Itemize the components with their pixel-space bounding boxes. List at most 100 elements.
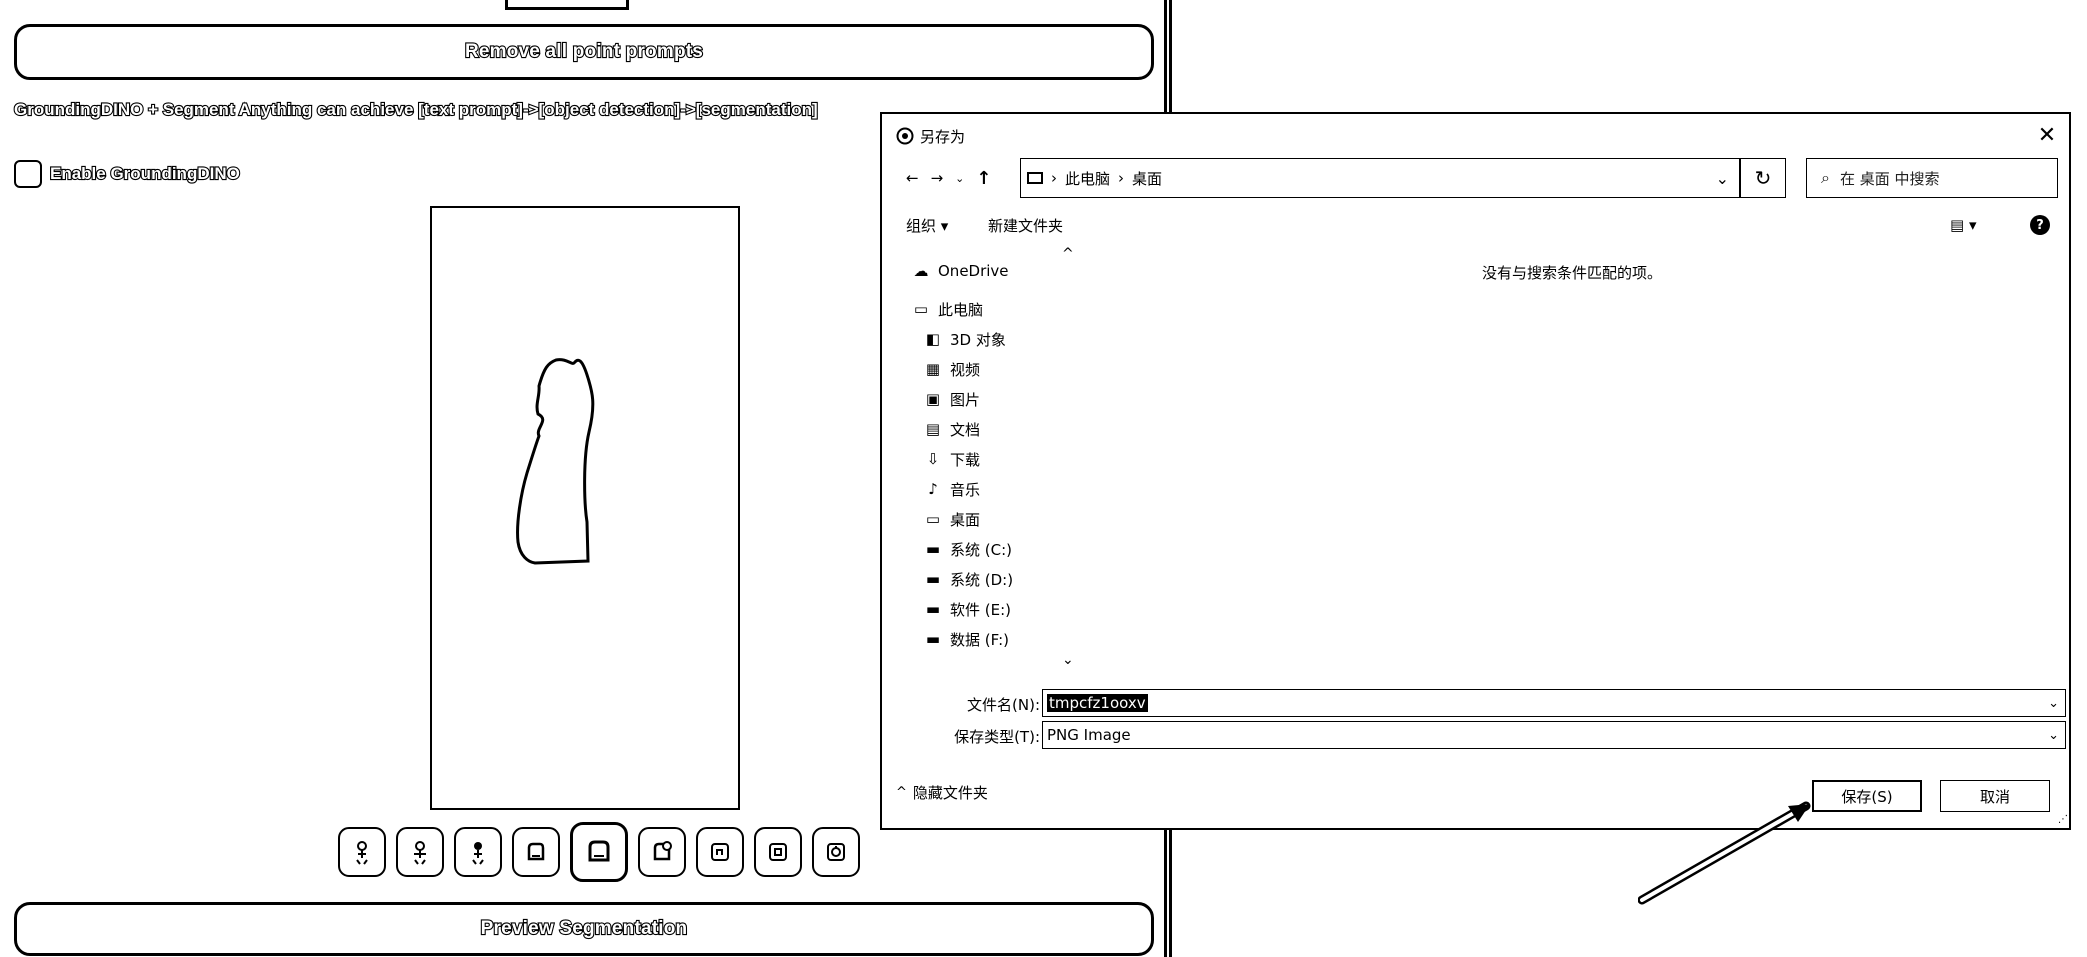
nav-item-label: 软件 (E:) bbox=[950, 600, 1012, 619]
reset-icon bbox=[827, 843, 845, 861]
enable-grounding-checkbox[interactable] bbox=[14, 160, 42, 188]
crop-alt-icon bbox=[769, 843, 787, 861]
drive-icon: ▬ bbox=[925, 600, 941, 618]
nav-item[interactable]: ▬ 软件 (E:) bbox=[912, 594, 1072, 624]
nav-item-label: OneDrive bbox=[938, 262, 1009, 280]
desktop-folder-icon bbox=[1027, 172, 1043, 184]
drive-icon: ▬ bbox=[925, 630, 941, 648]
filename-label: 文件名(N): bbox=[967, 696, 1040, 714]
resize-grip-icon[interactable]: ⋰ bbox=[2058, 814, 2068, 825]
view-options-icon[interactable]: ▤ ▾ bbox=[1950, 212, 1976, 238]
filetype-select[interactable]: PNG Image ⌄ bbox=[1042, 721, 2066, 749]
refresh-icon: ↻ bbox=[1754, 166, 1772, 190]
recent-dropdown-icon[interactable]: ⌄ bbox=[955, 172, 964, 185]
nav-item[interactable]: ▬ 系统 (D:) bbox=[912, 564, 1072, 594]
nav-item-label: 系统 (D:) bbox=[950, 570, 1014, 589]
image-canvas[interactable] bbox=[430, 206, 740, 810]
enable-grounding-row[interactable]: Enable GroundingDINO bbox=[14, 160, 241, 188]
top-button-stub[interactable] bbox=[505, 0, 629, 10]
filetype-value: PNG Image bbox=[1047, 726, 1131, 744]
save-as-dialog: 另存为 ✕ ← → ⌄ ↑ › 此电脑 › 桌面 ⌄ ↻ ⌕ 在 桌面 中搜索 … bbox=[880, 112, 2071, 830]
nav-item-label: 3D 对象 bbox=[950, 330, 1006, 349]
dialog-title-bar: 另存为 bbox=[896, 124, 965, 148]
point-add-button[interactable] bbox=[338, 827, 386, 877]
crop-button[interactable] bbox=[696, 827, 744, 877]
preview-segmentation-button[interactable]: Preview Segmentation bbox=[14, 902, 1154, 956]
nav-item[interactable]: ▣ 图片 bbox=[912, 384, 1072, 414]
nav-scroll-down-icon[interactable]: ⌄ bbox=[1062, 652, 1074, 668]
address-bar[interactable]: › 此电脑 › 桌面 ⌄ bbox=[1020, 158, 1740, 198]
point-add-icon bbox=[356, 841, 368, 865]
nav-item[interactable]: ▬ 数据 (F:) bbox=[912, 624, 1072, 654]
nav-item[interactable]: ▦ 视频 bbox=[912, 354, 1072, 384]
music-icon: ♪ bbox=[928, 480, 938, 498]
help-icon[interactable]: ? bbox=[2030, 212, 2050, 238]
nav-item[interactable]: ▬ 系统 (C:) bbox=[912, 534, 1072, 564]
nav-pane: ☁ OneDrive ▭ 此电脑 ◧ 3D 对象 ▦ 视频 ▣ 图片 ▤ 文档 ⇩ 下载 ♪ 音乐 ▭ 桌面 ▬ 系统… bbox=[912, 256, 1072, 654]
breadcrumb-item[interactable]: 此电脑 bbox=[1065, 168, 1110, 189]
chevron-down-icon[interactable]: ⌄ bbox=[2048, 696, 2059, 711]
chevron-down-icon[interactable]: ⌄ bbox=[2048, 728, 2059, 743]
point-remove-button[interactable] bbox=[396, 827, 444, 877]
picture-icon: ▣ bbox=[925, 390, 941, 408]
nav-item-label: 数据 (F:) bbox=[950, 630, 1009, 649]
box-active-icon bbox=[588, 840, 610, 862]
desktop-icon: ▭ bbox=[925, 510, 941, 528]
box-active-button[interactable] bbox=[570, 822, 628, 882]
video-icon: ▦ bbox=[925, 360, 941, 378]
breadcrumb-sep-icon: › bbox=[1118, 169, 1125, 187]
crop-alt-button[interactable] bbox=[754, 827, 802, 877]
box-icon bbox=[527, 842, 545, 861]
point-clear-button[interactable] bbox=[454, 827, 502, 877]
breadcrumb-sep-icon: › bbox=[1051, 169, 1057, 187]
back-icon[interactable]: ← bbox=[906, 169, 919, 187]
filetype-label: 保存类型(T): bbox=[954, 728, 1040, 746]
nav-item[interactable]: ▭ 此电脑 bbox=[912, 294, 1072, 324]
organize-menu[interactable]: 组织 ▾ bbox=[906, 212, 948, 238]
box-button[interactable] bbox=[512, 827, 560, 877]
nav-item[interactable]: ▭ 桌面 bbox=[912, 504, 1072, 534]
box-add-button[interactable] bbox=[638, 827, 686, 877]
cube-3d-icon: ◧ bbox=[925, 330, 941, 348]
nav-item-label: 文档 bbox=[950, 420, 981, 439]
nav-item[interactable]: ◧ 3D 对象 bbox=[912, 324, 1072, 354]
nav-item-label: 音乐 bbox=[950, 480, 981, 499]
nav-item-label: 系统 (C:) bbox=[950, 540, 1012, 559]
segmentation-mask-outline bbox=[516, 358, 595, 565]
chevron-down-icon[interactable]: ⌄ bbox=[1716, 169, 1729, 188]
nav-item-label: 图片 bbox=[950, 390, 981, 409]
drive-icon: ▬ bbox=[925, 570, 941, 588]
filename-input[interactable]: tmpcfz1ooxv ⌄ bbox=[1042, 689, 2066, 717]
save-button[interactable]: 保存(S) bbox=[1812, 780, 1922, 812]
nav-item[interactable]: ▤ 文档 bbox=[912, 414, 1072, 444]
nav-item[interactable]: ⇩ 下载 bbox=[912, 444, 1072, 474]
new-folder-button[interactable]: 新建文件夹 bbox=[988, 212, 1063, 238]
grounding-description: GroundingDINO + Segment Anything can ach… bbox=[13, 99, 819, 120]
empty-results-message: 没有与搜索条件匹配的项。 bbox=[1482, 264, 1663, 282]
hide-folders-toggle[interactable]: ^ 隐藏文件夹 bbox=[896, 782, 988, 803]
download-icon: ⇩ bbox=[926, 450, 940, 468]
breadcrumb-item[interactable]: 桌面 bbox=[1132, 168, 1162, 189]
close-icon[interactable]: ✕ bbox=[2034, 122, 2060, 148]
search-placeholder: 在 桌面 中搜索 bbox=[1839, 169, 1940, 188]
point-remove-icon bbox=[414, 841, 426, 865]
chevron-up-icon: ^ bbox=[896, 785, 907, 800]
nav-item-label: 此电脑 bbox=[938, 300, 984, 319]
filename-value: tmpcfz1ooxv bbox=[1047, 694, 1148, 712]
nav-item[interactable]: ☁ OneDrive bbox=[912, 256, 1072, 286]
annotation-arrow bbox=[1638, 801, 1811, 905]
box-add-icon bbox=[653, 841, 672, 861]
refresh-button[interactable]: ↻ bbox=[1740, 158, 1786, 198]
forward-icon[interactable]: → bbox=[931, 169, 944, 187]
up-icon[interactable]: ↑ bbox=[976, 168, 991, 189]
cloud-icon: ☁ bbox=[913, 262, 929, 280]
cancel-button[interactable]: 取消 bbox=[1940, 780, 2050, 812]
crop-icon bbox=[711, 843, 729, 861]
reset-button[interactable] bbox=[812, 827, 860, 877]
search-input[interactable]: ⌕ 在 桌面 中搜索 bbox=[1806, 158, 2058, 198]
nav-item-label: 桌面 bbox=[950, 510, 981, 529]
remove-all-point-prompts-button[interactable]: Remove all point prompts bbox=[14, 24, 1154, 80]
nav-item[interactable]: ♪ 音乐 bbox=[912, 474, 1072, 504]
nav-item-label: 下载 bbox=[950, 450, 981, 469]
tool-row bbox=[338, 822, 860, 882]
